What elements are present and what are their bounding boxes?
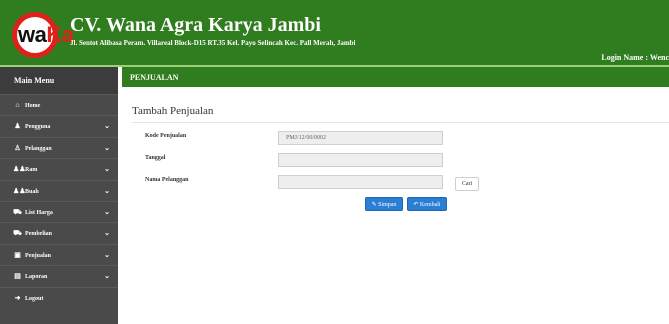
male-icon: ♙	[14, 143, 21, 152]
cari-button[interactable]: Cari	[455, 177, 479, 191]
sidebar-item-pembelian[interactable]: ⛟ Pembelian ⌄	[0, 222, 118, 243]
kembali-label: Kembali	[419, 202, 441, 208]
sidebar-item-label: Logout	[25, 295, 44, 302]
simpan-label: Simpan	[378, 202, 397, 208]
sidebar-item-pengguna[interactable]: ♟ Pengguna ⌄	[0, 115, 118, 136]
sign-out-icon: ➜	[14, 293, 21, 302]
company-logo: waKa	[12, 12, 74, 58]
login-name: Login Name : Wenc	[601, 53, 669, 62]
page-title: Tambah Penjualan	[132, 105, 214, 117]
sidebar-item-label: Pembelian	[25, 231, 52, 238]
chevron-down-icon: ⌄	[104, 165, 110, 174]
sidebar-item-ram[interactable]: ♟♟Ram ⌄	[0, 158, 118, 179]
logo-text: waKa	[18, 22, 74, 48]
sidebar-item-label: Penjualan	[25, 252, 52, 259]
sidebar: Main Menu ⌂ Home ♟ Pengguna ⌄ ♙ Pelanggan ⌄ ♟♟Ra…	[0, 67, 118, 324]
undo-icon: ↶	[413, 202, 419, 208]
sidebar-menu: ⌂ Home ♟ Pengguna ⌄ ♙ Pelanggan ⌄ ♟♟Ram ⌄ ♟♟Buah ⌄ ⛟…	[0, 94, 118, 308]
chevron-down-icon: ⌄	[104, 122, 110, 131]
user-icon: ♟	[14, 122, 21, 131]
sidebar-title: Main Menu	[0, 67, 118, 94]
users-icon: ♟♟	[13, 165, 26, 174]
money-icon: ▣	[14, 250, 21, 259]
app-header: waKa CV. Wana Agra Karya Jambi Jl. Sento…	[0, 0, 669, 65]
company-address: Jl. Sentot Alibasa Peram. Villareal Bloc…	[70, 39, 356, 47]
sidebar-item-label: Laporan	[25, 274, 48, 281]
sidebar-item-list-harga[interactable]: ⛟ List Harga ⌄	[0, 200, 118, 222]
company-name: CV. Wana Agra Karya Jambi	[70, 14, 321, 36]
nama-pelanggan-label: Nama Pelanggan	[145, 177, 189, 183]
home-icon: ⌂	[15, 101, 20, 109]
sidebar-item-pelanggan[interactable]: ♙ Pelanggan ⌄	[0, 136, 118, 158]
chevron-down-icon: ⌄	[104, 272, 110, 281]
sidebar-item-home[interactable]: ⌂ Home	[0, 94, 118, 115]
sidebar-item-label: Home	[25, 103, 41, 109]
tanggal-input[interactable]	[278, 153, 443, 167]
title-divider	[132, 122, 669, 123]
sidebar-item-logout[interactable]: ➜ Logout	[0, 286, 118, 308]
chevron-down-icon: ⌄	[104, 250, 110, 259]
chevron-down-icon: ⌄	[104, 143, 110, 152]
file-icon: ▤	[14, 272, 21, 281]
sidebar-item-label: Buah	[25, 188, 39, 195]
logo-text-wa: wa	[18, 22, 47, 47]
sidebar-item-laporan[interactable]: ▤ Laporan ⌄	[0, 265, 118, 286]
sidebar-item-label: Ram	[25, 167, 38, 174]
simpan-button[interactable]: ✎ Simpan	[365, 197, 403, 211]
sidebar-item-label: Pelanggan	[25, 145, 52, 152]
sidebar-item-label: Pengguna	[25, 124, 51, 131]
main-content: PENJUALAN Tambah Penjualan Kode Penjuala…	[118, 67, 669, 324]
nama-pelanggan-input[interactable]	[278, 175, 443, 189]
section-title: PENJUALAN	[130, 73, 179, 82]
sidebar-item-label: List Harga	[25, 209, 53, 216]
kembali-button[interactable]: ↶ Kembali	[407, 197, 447, 211]
edit-icon: ✎	[371, 202, 377, 208]
kode-penjualan-input[interactable]	[278, 131, 443, 145]
tanggal-label: Tanggal	[145, 155, 166, 161]
chevron-down-icon: ⌄	[104, 186, 110, 195]
kode-penjualan-label: Kode Penjualan	[145, 133, 187, 139]
users-icon: ♟♟	[13, 186, 26, 195]
sidebar-item-penjualan[interactable]: ▣ Penjualan ⌄	[0, 243, 118, 265]
sidebar-item-buah[interactable]: ♟♟Buah ⌄	[0, 179, 118, 201]
chevron-down-icon: ⌄	[104, 229, 110, 238]
section-header: PENJUALAN	[122, 67, 669, 87]
cart-icon: ⛟	[13, 229, 22, 238]
cart-icon: ⛟	[13, 207, 22, 216]
chevron-down-icon: ⌄	[104, 207, 110, 216]
